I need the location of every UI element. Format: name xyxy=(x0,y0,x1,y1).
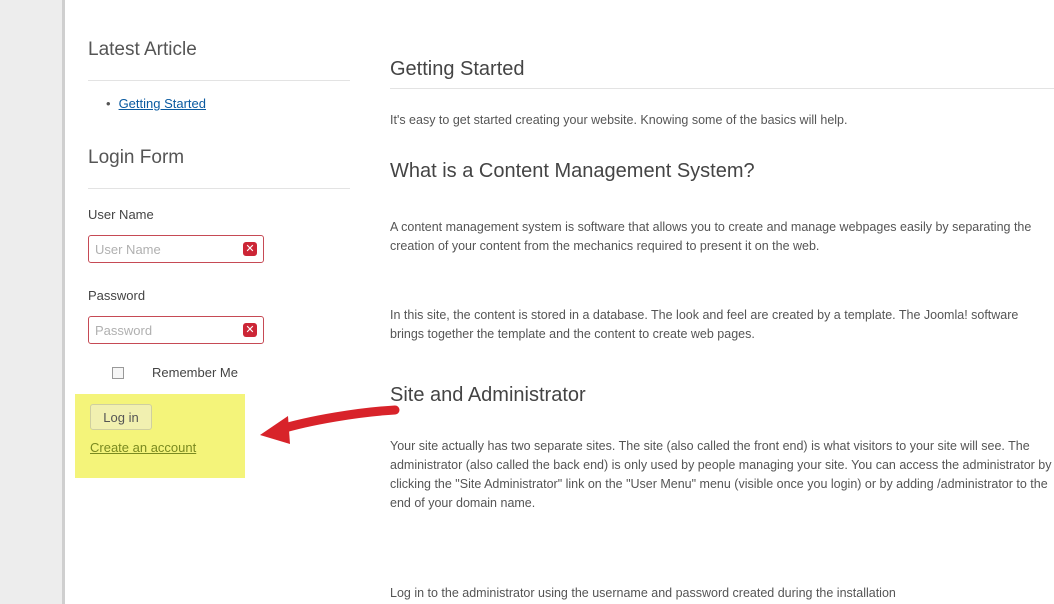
username-input[interactable] xyxy=(89,236,229,262)
error-x-icon: ✕ xyxy=(243,323,257,337)
database-paragraph: In this site, the content is stored in a… xyxy=(390,308,1019,341)
remember-me-checkbox[interactable] xyxy=(112,366,124,379)
password-input[interactable] xyxy=(89,317,229,343)
cms-heading: What is a Content Management System? xyxy=(390,160,755,182)
username-field-wrapper: ✕ xyxy=(88,235,264,263)
gutter-divider xyxy=(62,0,65,604)
password-label: Password xyxy=(88,288,146,303)
site-admin-heading: Site and Administrator xyxy=(390,384,586,406)
latest-article-list: Getting Started xyxy=(106,96,206,111)
login-button[interactable]: Log in xyxy=(90,404,152,430)
latest-article-divider xyxy=(88,80,350,81)
red-arrow-annotation xyxy=(260,405,400,444)
title-divider xyxy=(390,88,1054,89)
login-form-title: Login Form xyxy=(88,147,185,168)
latest-article-title: Latest Article xyxy=(88,39,197,60)
login-paragraph: Log in to the administrator using the us… xyxy=(390,586,896,600)
password-field-wrapper: ✕ xyxy=(88,316,264,344)
error-x-icon: ✕ xyxy=(243,242,257,256)
login-form-divider xyxy=(88,188,350,189)
remember-me-label: Remember Me xyxy=(152,365,238,380)
site-admin-paragraph: Your site actually has two separate site… xyxy=(390,439,1052,510)
create-account-link[interactable]: Create an account xyxy=(90,440,196,455)
latest-article-link[interactable]: Getting Started xyxy=(119,96,206,111)
remember-me-row: Remember Me xyxy=(112,365,238,380)
page-title: Getting Started xyxy=(390,58,525,80)
username-label: User Name xyxy=(88,207,154,222)
list-item: Getting Started xyxy=(106,96,206,111)
intro-paragraph: It's easy to get started creating your w… xyxy=(390,113,848,127)
left-gutter xyxy=(0,0,62,604)
cms-paragraph: A content management system is software … xyxy=(390,220,1032,253)
